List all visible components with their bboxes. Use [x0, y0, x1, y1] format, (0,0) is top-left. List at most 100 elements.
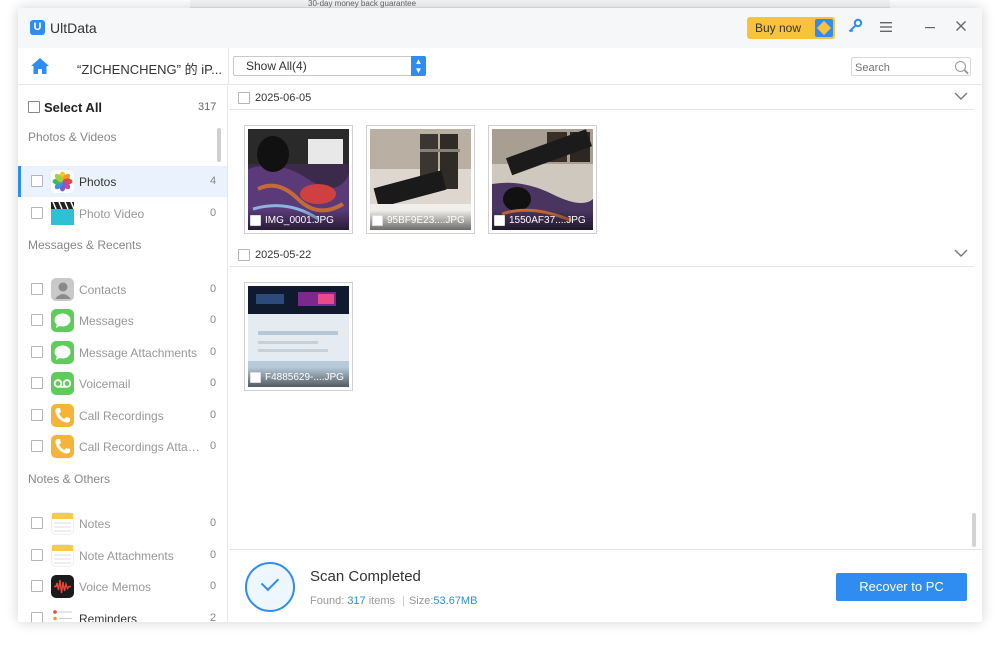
filter-select[interactable]: Show All(4) ▲ ▼	[233, 56, 426, 76]
checkbox[interactable]	[31, 314, 43, 326]
found-unit: items	[368, 595, 396, 607]
toolbar: “ZICHENCHENG” 的 iP... Show All(4) ▲ ▼	[18, 48, 982, 85]
checkbox[interactable]	[31, 346, 43, 358]
sidebar-item-contacts[interactable]: Contacts 0	[18, 274, 227, 305]
title-bar: U UltData Buy now	[18, 8, 982, 48]
sidebar-item-count: 0	[210, 314, 217, 326]
photo-filename: 1550AF37....JPG	[509, 215, 586, 226]
sidebar-item-count: 0	[210, 549, 217, 561]
buy-now-label: Buy now	[755, 21, 802, 35]
sidebar-item-photo-video[interactable]: Photo Video 0	[18, 198, 227, 229]
checkbox[interactable]	[31, 377, 43, 389]
sidebar-item-count: 2	[210, 612, 217, 622]
photo-checkbox[interactable]	[250, 215, 261, 226]
sidebar-item-voicemail[interactable]: Voicemail 0	[18, 368, 227, 399]
sidebar-item-count: 0	[210, 517, 217, 529]
checkbox[interactable]	[31, 612, 43, 622]
photo-filename: 95BF9E23....JPG	[387, 215, 465, 226]
photo-checkbox[interactable]	[494, 215, 505, 226]
date-group-checkbox[interactable]	[238, 249, 250, 261]
found-label: Found:	[310, 595, 345, 607]
sidebar-item-count: 0	[210, 440, 217, 452]
minimize-icon[interactable]	[920, 18, 940, 38]
photo-thumbnail[interactable]: IMG_0001.JPG	[244, 125, 353, 234]
checkbox[interactable]	[31, 580, 43, 592]
category-header-messages-recents: Messages & Recents	[28, 238, 142, 252]
close-icon[interactable]	[951, 18, 971, 38]
sidebar-item-count: 0	[210, 409, 217, 421]
date-group-checkbox[interactable]	[238, 92, 250, 104]
checkbox[interactable]	[28, 101, 40, 113]
photo-grid-area: 2025-06-05 IMG_0001.JPG 95BF9E23....JPG …	[229, 86, 982, 549]
select-arrows-icon: ▲ ▼	[411, 56, 426, 76]
photo-checkbox[interactable]	[372, 215, 383, 226]
sidebar-item-label: Call Recordings	[79, 409, 164, 423]
sidebar-item-count: 0	[210, 207, 217, 219]
voice-memos-icon	[51, 575, 74, 598]
photo-caption: 1550AF37....JPG	[492, 210, 593, 230]
select-all-count: 317	[198, 101, 217, 113]
toolbar-divider	[228, 48, 229, 85]
background-banner: 30-day money back guarantee	[190, 0, 890, 8]
photo-caption: IMG_0001.JPG	[248, 210, 349, 230]
sidebar-item-messages[interactable]: Messages 0	[18, 305, 227, 336]
filter-value: Show All(4)	[246, 59, 307, 73]
checkbox[interactable]	[31, 175, 43, 187]
chevron-down-icon[interactable]	[954, 89, 968, 103]
recover-to-pc-button[interactable]: Recover to PC	[836, 573, 967, 601]
chevron-down-icon[interactable]	[954, 246, 968, 260]
photo-thumbnail[interactable]: F4885629-....JPG	[244, 282, 353, 391]
photo-checkbox[interactable]	[250, 372, 261, 383]
sidebar-item-count: 0	[210, 346, 217, 358]
note-attachments-icon	[51, 544, 74, 567]
photo-thumbnail[interactable]: 95BF9E23....JPG	[366, 125, 475, 234]
size-label: Size:	[408, 595, 434, 607]
buy-now-button[interactable]: Buy now	[747, 17, 835, 39]
sidebar-item-label: Reminders	[79, 612, 138, 622]
menu-icon[interactable]	[876, 18, 896, 38]
search-icon[interactable]	[955, 61, 966, 72]
checkbox[interactable]	[31, 440, 43, 452]
scan-summary: Found: 317 items | Size:53.67MB	[310, 595, 477, 607]
sidebar-item-notes[interactable]: Notes 0	[18, 508, 227, 539]
sidebar-item-voice-memos[interactable]: Voice Memos 0	[18, 571, 227, 602]
category-header-notes-others: Notes & Others	[28, 472, 111, 486]
sidebar-item-call-recordings[interactable]: Call Recordings 0	[18, 400, 227, 431]
money-back-text: 30-day money back guarantee	[308, 0, 417, 8]
check-circle-icon	[245, 562, 295, 612]
sidebar-item-message-attachments[interactable]: Message Attachments 0	[18, 337, 227, 368]
sidebar-item-label: Message Attachments	[79, 346, 198, 360]
main-scrollbar[interactable]	[972, 513, 976, 547]
home-icon[interactable]	[30, 57, 50, 75]
app-window: U UltData Buy now “ZICHENCHENG” 的 iP... …	[18, 8, 982, 622]
sidebar-item-note-attachments[interactable]: Note Attachments 0	[18, 540, 227, 571]
sidebar-item-reminders[interactable]: Reminders 2	[18, 603, 227, 622]
select-all-label: Select All	[44, 100, 103, 115]
photos-icon	[51, 170, 74, 193]
date-group-header: 2025-05-22	[229, 243, 974, 267]
search-box[interactable]	[851, 57, 971, 77]
sidebar-item-label: Voice Memos	[79, 580, 152, 594]
sidebar-item-photos[interactable]: Photos 4	[18, 166, 227, 197]
date-label: 2025-05-22	[255, 249, 312, 261]
reminders-icon	[51, 607, 74, 622]
sidebar-item-call-recordings-attachments[interactable]: Call Recordings Attach... 0	[18, 431, 227, 462]
checkbox[interactable]	[31, 207, 43, 219]
sidebar-item-label: Photo Video	[79, 207, 145, 221]
gift-icon	[815, 19, 833, 37]
notes-icon	[51, 512, 74, 535]
checkbox[interactable]	[31, 409, 43, 421]
search-input[interactable]	[852, 59, 947, 77]
checkbox[interactable]	[31, 517, 43, 529]
checkbox[interactable]	[31, 549, 43, 561]
sidebar-item-count: 0	[210, 283, 217, 295]
found-count: 317	[347, 595, 366, 607]
app-name: UltData	[50, 20, 97, 36]
checkbox[interactable]	[31, 283, 43, 295]
photo-thumbnail[interactable]: 1550AF37....JPG	[488, 125, 597, 234]
date-label: 2025-06-05	[255, 92, 312, 104]
key-icon[interactable]	[845, 18, 865, 38]
sidebar-scrollbar[interactable]	[217, 128, 221, 162]
messages-icon	[51, 309, 74, 332]
category-sidebar: Select All 317 Photos & Videos Photos 4 …	[18, 86, 228, 622]
